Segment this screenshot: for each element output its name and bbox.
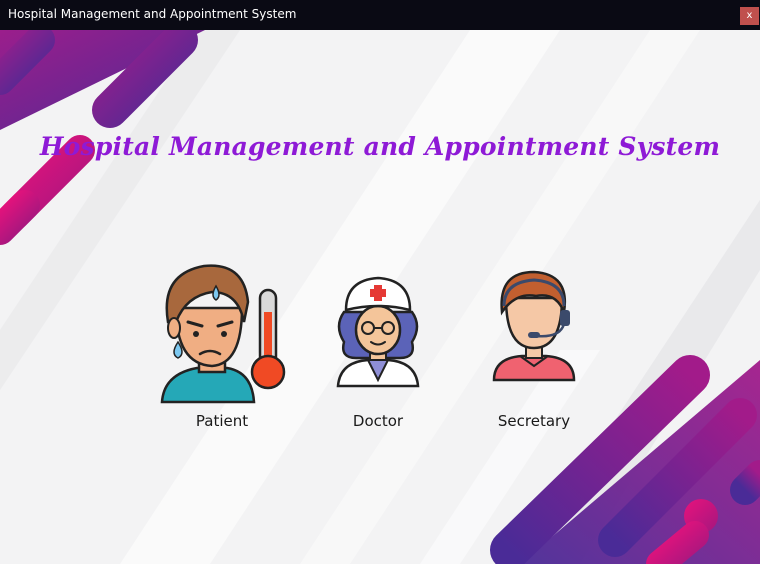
receptionist-headset-icon (492, 270, 576, 382)
patient-option[interactable]: Patient (152, 262, 292, 430)
doctor-option[interactable]: Doctor (308, 262, 448, 430)
nurse-doctor-icon (336, 276, 420, 388)
window-title: Hospital Management and Appointment Syst… (8, 7, 297, 21)
close-button[interactable]: x (740, 7, 759, 25)
secretary-label: Secretary (497, 412, 571, 430)
doctor-label: Doctor (352, 412, 404, 430)
patient-label: Patient (195, 412, 249, 430)
sick-patient-icon (160, 264, 286, 404)
app-window: Hospital Management and Appointment Syst… (0, 0, 760, 564)
secretary-option[interactable]: Secretary (464, 262, 604, 430)
title-bar[interactable]: Hospital Management and Appointment Syst… (0, 0, 760, 30)
app-heading: Hospital Management and Appointment Syst… (39, 132, 721, 161)
main-panel: Hospital Management and Appointment Syst… (0, 30, 760, 564)
